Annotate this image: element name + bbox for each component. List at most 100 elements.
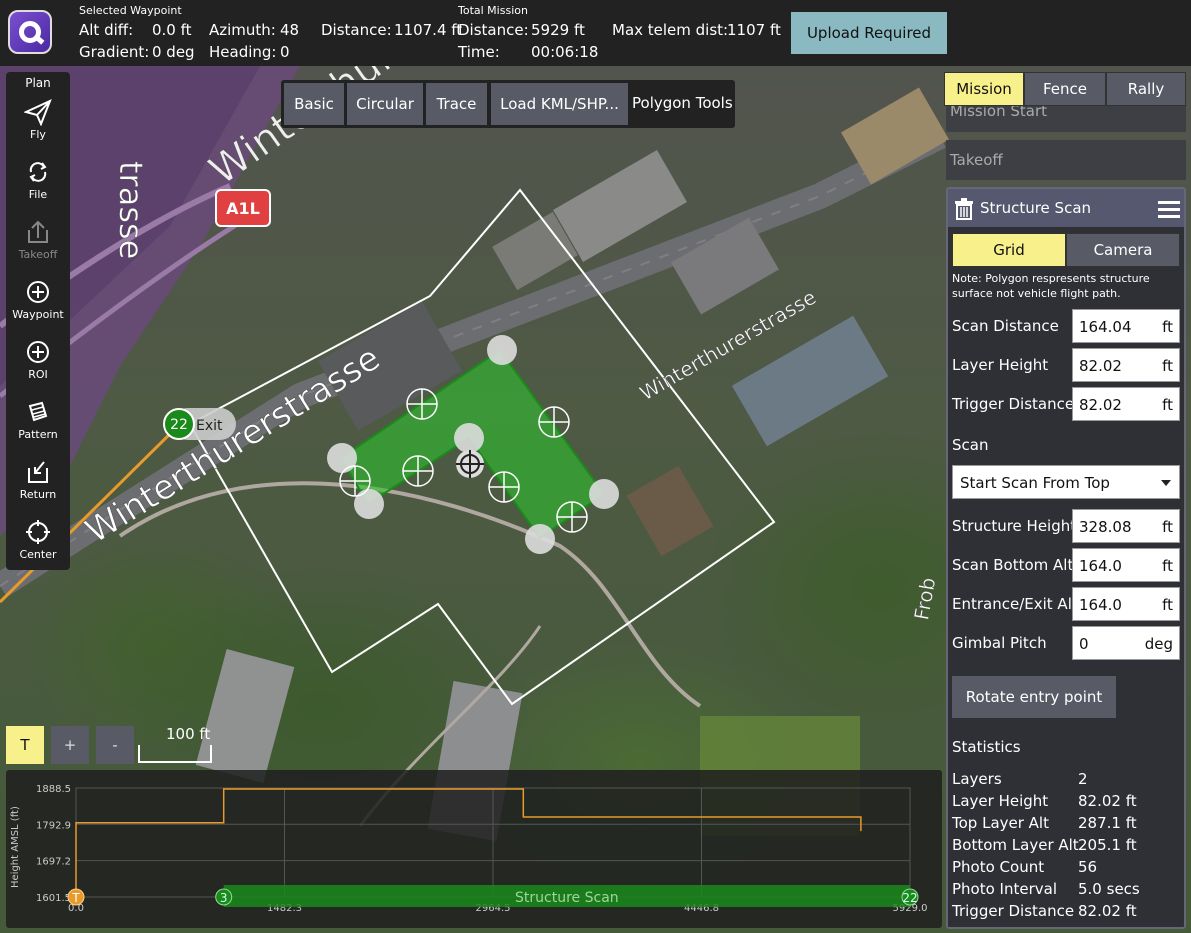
stat-value: 287.1 ft (1078, 814, 1137, 832)
chart-y-tick-label: 1601.5 (36, 893, 71, 904)
tab-mission[interactable]: Mission (944, 72, 1024, 106)
takeoff-icon (28, 220, 48, 243)
entrance-exit-alt-field[interactable]: 164.0 ft (1072, 587, 1180, 621)
takeoff-label: Takeoff (950, 151, 1003, 169)
trigger-distance-row: Trigger Distance 82.02 ft (952, 387, 1180, 421)
scan-section-title: Scan (952, 436, 989, 454)
gradient-label: Gradient: (79, 43, 150, 61)
toolbar-waypoint-button[interactable]: Waypoint (6, 274, 70, 332)
polygon-tools-title: Polygon Tools (632, 94, 733, 112)
load-kml-button[interactable]: Load KML/SHP... (491, 83, 628, 125)
scan-distance-field[interactable]: 164.04 ft (1072, 309, 1180, 343)
takeoff-item[interactable]: Takeoff (946, 140, 1186, 180)
stat-value: 5.0 secs (1078, 880, 1140, 898)
elevation-chart-svg: Height AMSL (ft) 1888.5 1792.9 1697.2 1601.… (10, 784, 928, 914)
field-unit: ft (1162, 396, 1173, 414)
field-value: 328.08 (1079, 518, 1132, 536)
polygon-center-handle (456, 450, 484, 478)
stat-label: Photo Count (952, 858, 1045, 876)
zoom-in-button[interactable]: + (51, 726, 89, 764)
hamburger-menu-icon[interactable] (1158, 200, 1180, 218)
layer-height-row: Layer Height 82.02 ft (952, 348, 1180, 382)
upload-required-button[interactable]: Upload Required (791, 12, 947, 54)
field-unit: deg (1144, 635, 1173, 653)
total-distance-value: 5929 ft (531, 21, 585, 39)
gimbal-pitch-label: Gimbal Pitch (952, 634, 1047, 652)
structure-scan-editor: Structure Scan Grid Camera Note: Polygon… (946, 187, 1186, 929)
app-logo-icon[interactable] (8, 10, 52, 54)
field-value: 82.02 (1079, 357, 1122, 375)
distance-value: 1107.4 ft (394, 21, 463, 39)
stat-label: Bottom Layer Alt (952, 836, 1079, 854)
field-unit: ft (1162, 596, 1173, 614)
toolbar-file-button[interactable]: File (6, 154, 70, 212)
stat-label: Photo Interval (952, 880, 1057, 898)
structure-scan-band-label: Structure Scan (515, 890, 619, 906)
dropdown-value: Start Scan From Top (960, 474, 1110, 492)
field-unit: ft (1162, 357, 1173, 375)
scan-bottom-alt-field[interactable]: 164.0 ft (1072, 548, 1180, 582)
stat-value: 82.02 ft (1078, 902, 1137, 920)
top-status-bar: Selected Waypoint Alt diff: 0.0 ft Gradi… (0, 0, 1191, 66)
chevron-down-icon (1161, 480, 1171, 486)
polygon-trace-button[interactable]: Trace (426, 83, 487, 125)
structure-height-row: Structure Height 328.08 ft (952, 509, 1180, 543)
layer-height-label: Layer Height (952, 356, 1049, 374)
field-unit: ft (1162, 318, 1173, 336)
field-value: 164.04 (1079, 318, 1132, 336)
zoom-out-button[interactable]: - (96, 726, 134, 764)
field-unit: ft (1162, 557, 1173, 575)
toolbar-fly-button[interactable]: Fly (6, 94, 70, 152)
stat-row: Top Layer Alt 287.1 ft (952, 814, 1180, 836)
alt-diff-value: 0.0 ft (152, 21, 192, 39)
structure-height-field[interactable]: 328.08 ft (1072, 509, 1180, 543)
heading-label: Heading: (209, 43, 277, 61)
flight-altitude-line (75, 788, 862, 897)
plan-toolbar: Plan Fly File Takeoff Waypoint ROI Patte… (6, 72, 70, 570)
gradient-value: 0 deg (152, 43, 195, 61)
chart-y-tick-label: 1888.5 (36, 784, 71, 795)
stat-label: Layers (952, 770, 1002, 788)
polygon-tools-bar: Basic Circular Trace Load KML/SHP... Pol… (281, 80, 735, 128)
toolbar-item-label: Waypoint (12, 308, 64, 321)
plus-circle-icon (27, 341, 49, 363)
trash-icon[interactable] (954, 198, 974, 220)
time-value: 00:06:18 (531, 43, 599, 61)
alt-diff-label: Alt diff: (79, 21, 134, 39)
rotate-entry-point-button[interactable]: Rotate entry point (952, 676, 1116, 718)
scan-bottom-alt-label: Scan Bottom Alt (952, 556, 1074, 574)
mission-start-item[interactable]: Mission Start (946, 106, 1186, 132)
polygon-basic-button[interactable]: Basic (284, 83, 344, 125)
tab-grid[interactable]: Grid (952, 233, 1066, 267)
scale-label: 100 ft (166, 725, 211, 743)
terrain-status-chart: Height AMSL (ft) 1888.5 1792.9 1697.2 1601.… (6, 770, 942, 928)
field-value: 82.02 (1079, 396, 1122, 414)
toolbar-center-button[interactable]: Center (6, 514, 70, 572)
toolbar-roi-button[interactable]: ROI (6, 334, 70, 392)
toolbar-return-button[interactable]: Return (6, 454, 70, 512)
pattern-icon (28, 401, 48, 422)
toolbar-item-label: Fly (30, 128, 46, 141)
stat-value: 56 (1078, 858, 1098, 876)
trigger-distance-label: Trigger Distance (952, 395, 1075, 413)
map-toggle-button[interactable]: T (6, 726, 44, 764)
structure-scan-header: Structure Scan (948, 189, 1184, 227)
toolbar-takeoff-button[interactable]: Takeoff (6, 214, 70, 272)
toolbar-pattern-button[interactable]: Pattern (6, 394, 70, 452)
layer-height-field[interactable]: 82.02 ft (1072, 348, 1180, 382)
road-sign-text: A1L (226, 199, 260, 218)
tab-rally[interactable]: Rally (1106, 72, 1186, 106)
toolbar-item-label: Pattern (18, 428, 58, 441)
building (671, 217, 779, 315)
mission-editor-panel: Mission Fence Rally Mission Start Takeof… (944, 72, 1191, 933)
scan-start-dropdown[interactable]: Start Scan From Top (952, 465, 1180, 499)
toolbar-item-label: Return (19, 488, 57, 501)
total-distance-label: Distance: (458, 21, 529, 39)
heading-value: 0 (280, 43, 290, 61)
polygon-circular-button[interactable]: Circular (347, 83, 423, 125)
trigger-distance-field[interactable]: 82.02 ft (1072, 387, 1180, 421)
tab-fence[interactable]: Fence (1024, 72, 1106, 106)
gimbal-pitch-field[interactable]: 0 deg (1072, 626, 1180, 660)
stat-row: Layers 2 (952, 770, 1180, 792)
tab-camera[interactable]: Camera (1066, 233, 1180, 267)
